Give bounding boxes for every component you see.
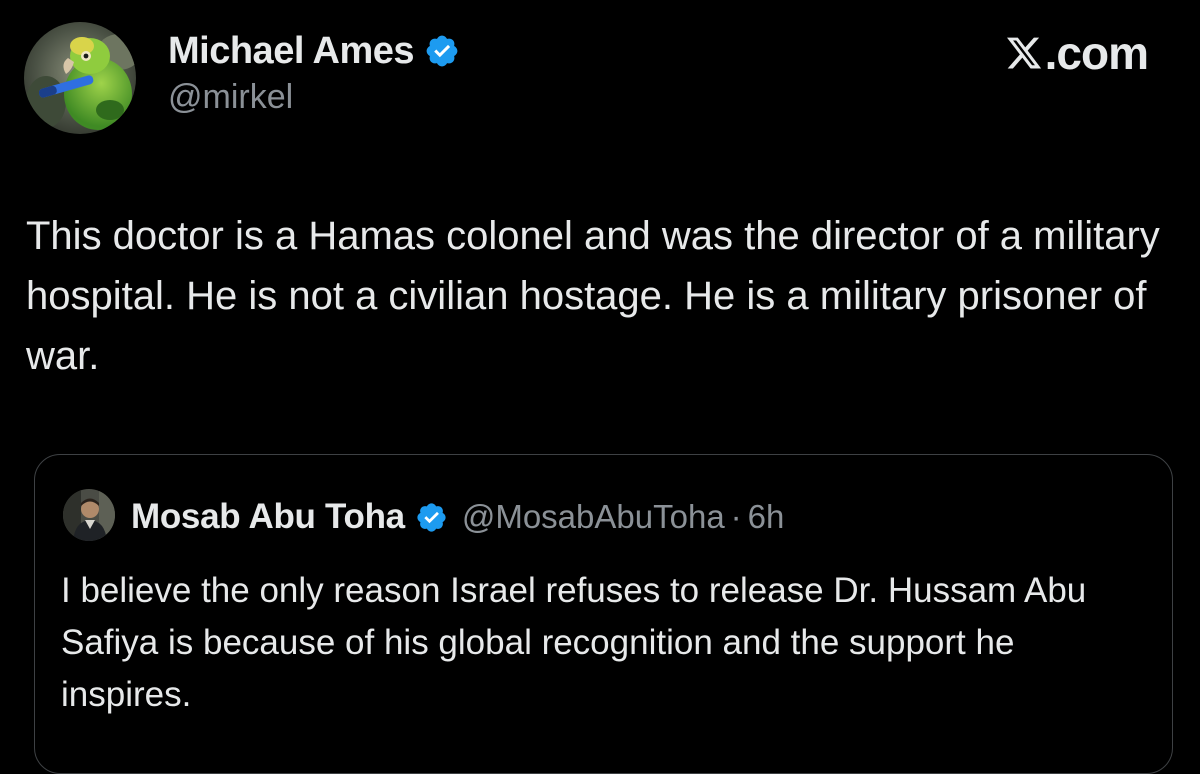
verified-badge-icon <box>424 33 460 69</box>
post: Michael Ames @mirkel .com This doctor is… <box>0 0 1200 774</box>
author-avatar[interactable] <box>24 22 136 134</box>
quoted-author-handle[interactable]: @MosabAbuToha <box>462 498 725 536</box>
brand-domain: .com <box>1044 27 1149 79</box>
verified-badge-icon <box>415 501 448 534</box>
author-name[interactable]: Michael Ames <box>168 30 415 73</box>
quoted-author-name[interactable]: Mosab Abu Toha <box>131 497 405 537</box>
parrot-avatar-image <box>24 22 136 134</box>
person-avatar-image <box>63 489 115 541</box>
x-logo-icon <box>1006 37 1041 69</box>
separator-dot: · <box>730 498 742 535</box>
x-com-watermark: .com <box>1005 26 1149 80</box>
quoted-post-text: I believe the only reason Israel refuses… <box>61 571 1087 714</box>
quoted-post-card[interactable]: Mosab Abu Toha @MosabAbuToha · 6h I beli… <box>34 454 1173 774</box>
post-text: This doctor is a Hamas colonel and was t… <box>26 214 1160 378</box>
author-name-row: Michael Ames <box>168 28 460 74</box>
quoted-post-timestamp[interactable]: 6h <box>748 498 785 536</box>
quoted-author-avatar[interactable] <box>63 489 115 541</box>
author-handle[interactable]: @mirkel <box>168 78 293 117</box>
quoted-post-header: Mosab Abu Toha @MosabAbuToha · 6h <box>131 493 784 541</box>
